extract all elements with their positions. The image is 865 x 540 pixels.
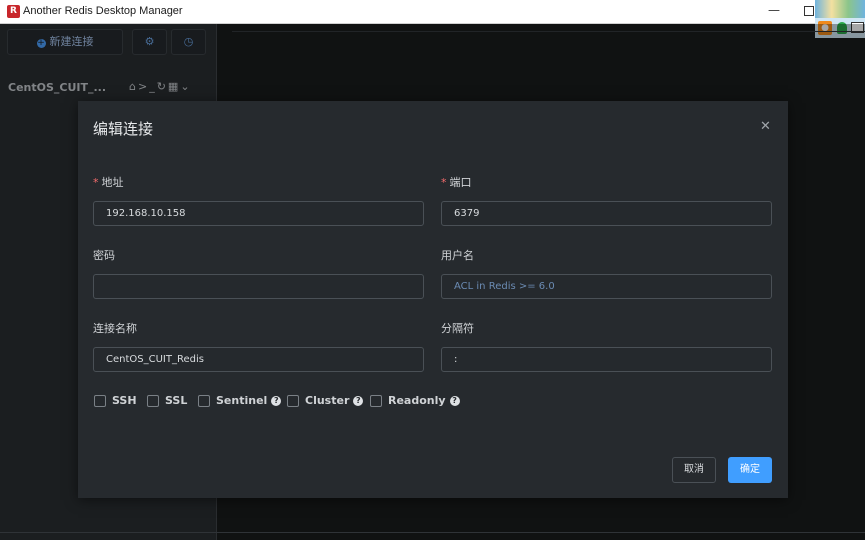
checkbox-box[interactable]: [287, 395, 299, 407]
checkbox-box[interactable]: [94, 395, 106, 407]
help-icon[interactable]: ?: [353, 396, 364, 406]
minimize-button[interactable]: —: [768, 3, 780, 17]
password-input[interactable]: [93, 274, 424, 299]
checkbox-box[interactable]: [198, 395, 210, 407]
cluster-label: Cluster: [305, 394, 350, 407]
confirm-button[interactable]: 确定: [728, 457, 772, 483]
connection-name-input[interactable]: [93, 347, 424, 372]
ssl-label: SSL: [165, 394, 188, 407]
bottom-border: [0, 532, 865, 533]
port-input[interactable]: [441, 201, 772, 226]
window-titlebar: R Another Redis Desktop Manager —: [0, 0, 865, 24]
separator-input[interactable]: [441, 347, 772, 372]
username-input[interactable]: [441, 274, 772, 299]
username-label: 用户名: [441, 249, 474, 262]
maximize-button[interactable]: [804, 6, 814, 16]
connection-name-label: 连接名称: [93, 322, 137, 335]
password-label: 密码: [93, 249, 115, 262]
required-marker: *: [441, 176, 447, 189]
dialog-title: 编辑连接: [93, 120, 154, 138]
host-input[interactable]: [93, 201, 424, 226]
checkbox-box[interactable]: [147, 395, 159, 407]
help-icon[interactable]: ?: [449, 396, 460, 406]
edit-connection-dialog: 编辑连接 ✕ *地址 *端口 密码 用户名 连接名称 分隔符 SSH SSL S…: [78, 101, 788, 498]
host-label: * 地址: [93, 176, 124, 189]
port-label: * 端口: [441, 176, 472, 189]
help-icon[interactable]: ?: [271, 396, 282, 406]
tray-image: [815, 0, 865, 18]
ssh-label: SSH: [112, 394, 137, 407]
checkbox-box[interactable]: [370, 395, 382, 407]
app-logo-icon: R: [7, 5, 20, 18]
required-marker: *: [93, 176, 99, 189]
sentinel-label: Sentinel: [216, 394, 268, 407]
window-title: Another Redis Desktop Manager: [23, 5, 183, 17]
cancel-button[interactable]: 取消: [672, 457, 716, 483]
readonly-label: Readonly: [388, 394, 446, 407]
separator-label: 分隔符: [441, 322, 474, 335]
close-icon[interactable]: ✕: [760, 119, 771, 134]
